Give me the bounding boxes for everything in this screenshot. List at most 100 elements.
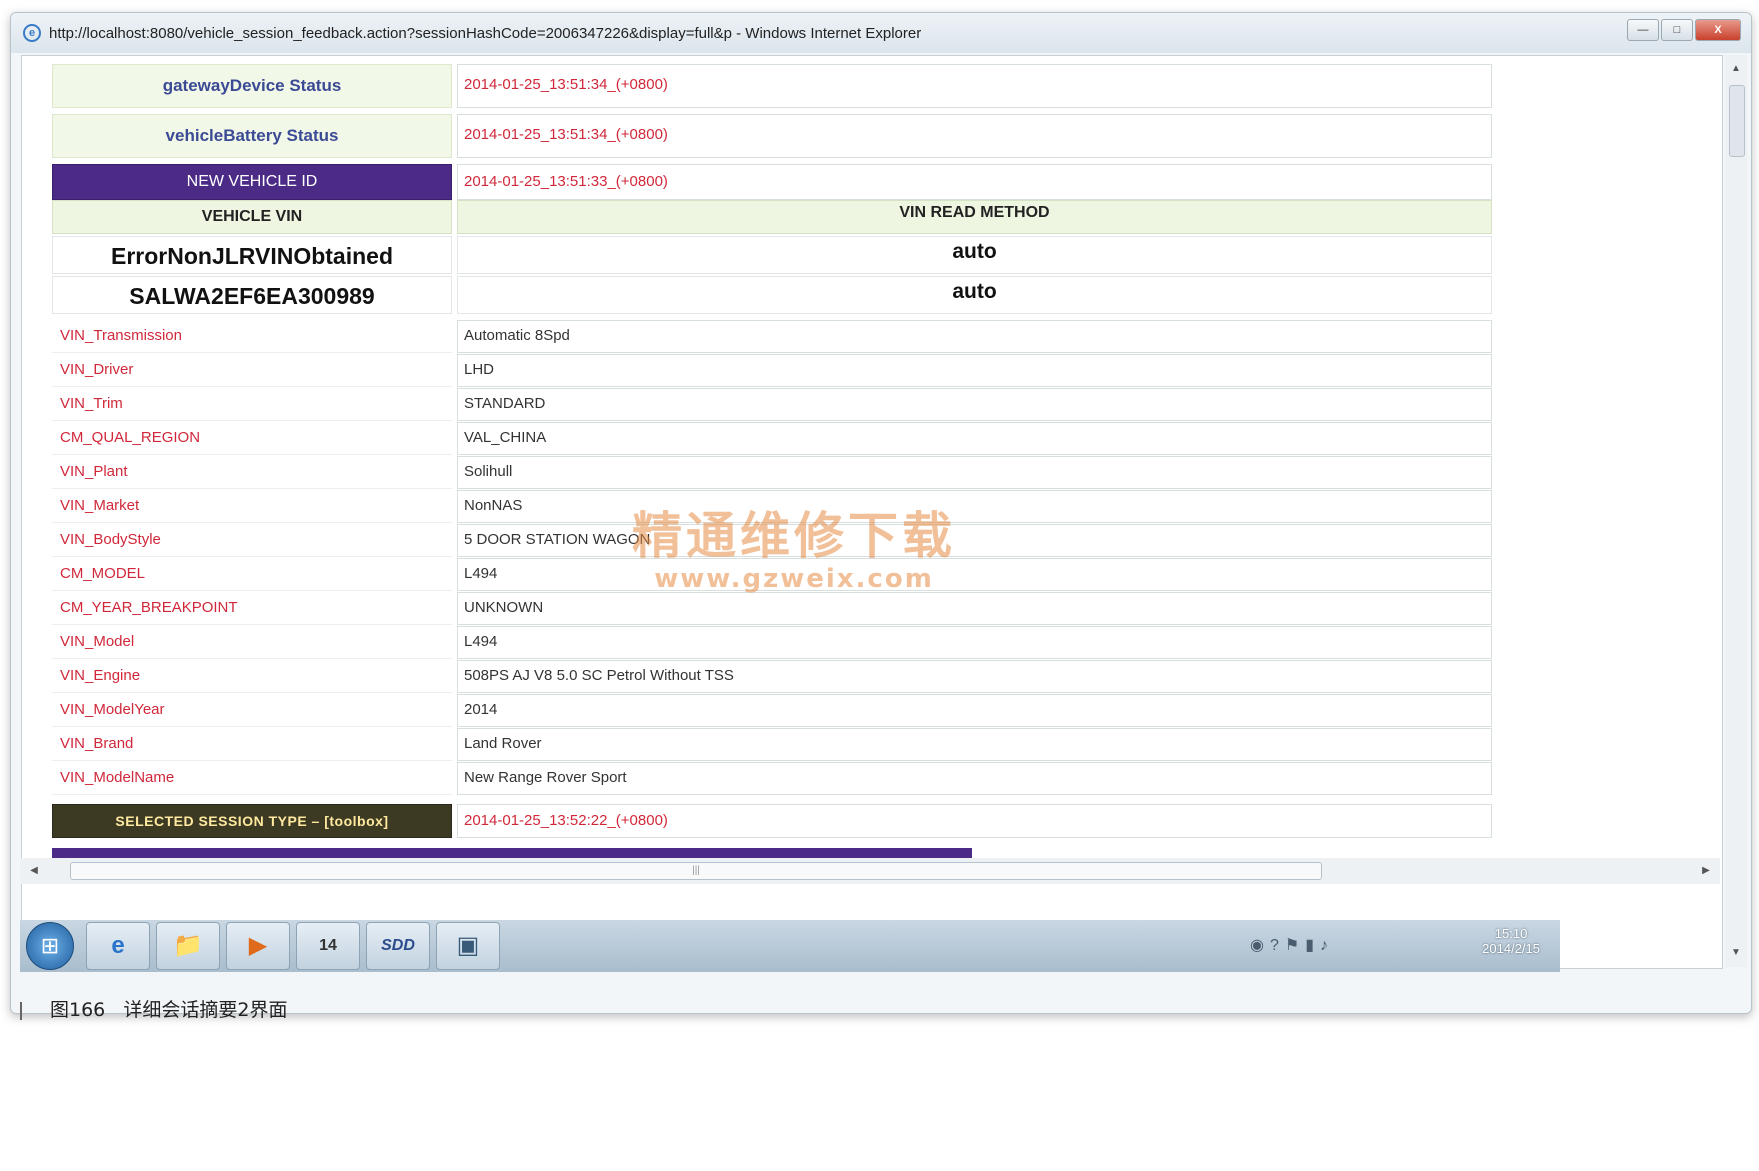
- property-value: Automatic 8Spd: [457, 320, 1492, 353]
- clock-time: 15:10: [1494, 926, 1528, 941]
- property-value: STANDARD: [457, 388, 1492, 421]
- status-row-gateway: gatewayDevice Status 2014-01-25_13:51:34…: [52, 64, 1492, 108]
- property-key: CM_MODEL: [52, 558, 452, 591]
- scroll-thumb[interactable]: [1729, 85, 1745, 157]
- media-player-icon[interactable]: ▶: [226, 922, 290, 970]
- taskbar: ⊞ e 📁 ▶ 14 SDD ▣ ◉?⚑▮♪ 15:10 2014/2/15: [20, 920, 1560, 972]
- vin-row: SALWA2EF6EA300989 auto: [52, 276, 1492, 314]
- window-controls: — □ X: [1627, 19, 1741, 41]
- volume-icon[interactable]: ♪: [1320, 937, 1334, 954]
- clock-date: 2014/2/15: [1482, 941, 1540, 956]
- ie-icon[interactable]: e: [86, 922, 150, 970]
- property-value: 508PS AJ V8 5.0 SC Petrol Without TSS: [457, 660, 1492, 693]
- property-key: CM_YEAR_BREAKPOINT: [52, 592, 452, 625]
- vin-value: SALWA2EF6EA300989: [52, 276, 452, 314]
- figure-caption: 图166 详细会话摘要2界面: [20, 995, 287, 1022]
- caption-text: 详细会话摘要2界面: [123, 999, 288, 1021]
- property-row: VIN_ModelName New Range Rover Sport: [52, 762, 1492, 795]
- page-viewport: gatewayDevice Status 2014-01-25_13:51:34…: [21, 55, 1723, 969]
- system-tray[interactable]: ◉?⚑▮♪: [1250, 935, 1334, 955]
- property-row: VIN_Model L494: [52, 626, 1492, 659]
- status-value: 2014-01-25_13:51:34_(+0800): [457, 114, 1492, 158]
- property-row: CM_MODEL L494: [52, 558, 1492, 591]
- property-key: VIN_ModelName: [52, 762, 452, 795]
- property-row: VIN_Engine 508PS AJ V8 5.0 SC Petrol Wit…: [52, 660, 1492, 693]
- help-icon[interactable]: ?: [1270, 937, 1285, 954]
- col-header-method: VIN READ METHOD: [457, 200, 1492, 234]
- scroll-up-icon[interactable]: ▲: [1725, 59, 1747, 79]
- property-row: VIN_Plant Solihull: [52, 456, 1492, 489]
- property-value: Solihull: [457, 456, 1492, 489]
- property-key: VIN_Driver: [52, 354, 452, 387]
- property-key: VIN_Brand: [52, 728, 452, 761]
- ie-icon: e: [23, 24, 41, 42]
- vin-method: auto: [457, 236, 1492, 274]
- property-value: Land Rover: [457, 728, 1492, 761]
- status-value: 2014-01-25_13:51:34_(+0800): [457, 64, 1492, 108]
- property-row: VIN_ModelYear 2014: [52, 694, 1492, 727]
- property-value: 2014: [457, 694, 1492, 727]
- status-label: vehicleBattery Status: [52, 114, 452, 158]
- property-value: L494: [457, 558, 1492, 591]
- property-key: VIN_Model: [52, 626, 452, 659]
- property-key: VIN_Plant: [52, 456, 452, 489]
- property-key: VIN_Transmission: [52, 320, 452, 353]
- scroll-right-icon[interactable]: ▶: [1696, 858, 1716, 884]
- property-key: VIN_ModelYear: [52, 694, 452, 727]
- property-row: CM_YEAR_BREAKPOINT UNKNOWN: [52, 592, 1492, 625]
- signal-icon[interactable]: ▮: [1305, 937, 1320, 954]
- sdd-icon[interactable]: SDD: [366, 922, 430, 970]
- horizontal-scrollbar[interactable]: ◀ ||| ▶: [20, 858, 1720, 884]
- property-key: VIN_Market: [52, 490, 452, 523]
- vin-method: auto: [457, 276, 1492, 314]
- property-row: VIN_Driver LHD: [52, 354, 1492, 387]
- property-value: UNKNOWN: [457, 592, 1492, 625]
- title-bar: e http://localhost:8080/vehicle_session_…: [11, 13, 1751, 53]
- flag-icon[interactable]: ⚑: [1285, 937, 1305, 954]
- scroll-left-icon[interactable]: ◀: [24, 858, 44, 884]
- property-key: CM_QUAL_REGION: [52, 422, 452, 455]
- maximize-button[interactable]: □: [1661, 19, 1693, 41]
- new-vehicle-header-row: NEW VEHICLE ID 2014-01-25_13:51:33_(+080…: [52, 164, 1492, 200]
- folder-icon[interactable]: 📁: [156, 922, 220, 970]
- new-vehicle-timestamp: 2014-01-25_13:51:33_(+0800): [457, 164, 1492, 200]
- property-value: L494: [457, 626, 1492, 659]
- session-type-header: SELECTED SESSION TYPE – [toolbox]: [52, 804, 452, 838]
- vin-value: ErrorNonJLRVINObtained: [52, 236, 452, 274]
- property-row: VIN_Trim STANDARD: [52, 388, 1492, 421]
- session-type-timestamp: 2014-01-25_13:52:22_(+0800): [457, 804, 1492, 838]
- vin-row: ErrorNonJLRVINObtained auto: [52, 236, 1492, 274]
- window-title: http://localhost:8080/vehicle_session_fe…: [49, 24, 922, 42]
- property-value: VAL_CHINA: [457, 422, 1492, 455]
- status-label: gatewayDevice Status: [52, 64, 452, 108]
- clock[interactable]: 15:10 2014/2/15: [1482, 926, 1540, 956]
- property-row: CM_QUAL_REGION VAL_CHINA: [52, 422, 1492, 455]
- scroll-down-icon[interactable]: ▼: [1725, 943, 1747, 963]
- new-vehicle-header: NEW VEHICLE ID: [52, 164, 452, 200]
- close-button[interactable]: X: [1695, 19, 1741, 41]
- caption-marker: [20, 1001, 22, 1020]
- minimize-button[interactable]: —: [1627, 19, 1659, 41]
- vertical-scrollbar[interactable]: ▲ ▼: [1725, 55, 1747, 967]
- network-icon[interactable]: ◉: [1250, 937, 1270, 954]
- property-value: LHD: [457, 354, 1492, 387]
- property-row: VIN_Brand Land Rover: [52, 728, 1492, 761]
- property-row: VIN_Market NonNAS: [52, 490, 1492, 523]
- property-row: VIN_BodyStyle 5 DOOR STATION WAGON: [52, 524, 1492, 557]
- start-button[interactable]: ⊞: [26, 922, 74, 970]
- vin-column-headers: VEHICLE VIN VIN READ METHOD: [52, 200, 1492, 234]
- property-value: 5 DOOR STATION WAGON: [457, 524, 1492, 557]
- col-header-vin: VEHICLE VIN: [52, 200, 452, 234]
- scroll-thumb[interactable]: |||: [70, 862, 1322, 880]
- property-key: VIN_Engine: [52, 660, 452, 693]
- session-type-row: SELECTED SESSION TYPE – [toolbox] 2014-0…: [52, 804, 1492, 838]
- property-key: VIN_Trim: [52, 388, 452, 421]
- status-row-battery: vehicleBattery Status 2014-01-25_13:51:3…: [52, 114, 1492, 158]
- property-row: VIN_Transmission Automatic 8Spd: [52, 320, 1492, 353]
- figure-number: 图166: [50, 999, 106, 1021]
- property-key: VIN_BodyStyle: [52, 524, 452, 557]
- property-value: New Range Rover Sport: [457, 762, 1492, 795]
- remote-app-icon[interactable]: ▣: [436, 922, 500, 970]
- property-value: NonNAS: [457, 490, 1492, 523]
- calendar-app-icon[interactable]: 14: [296, 922, 360, 970]
